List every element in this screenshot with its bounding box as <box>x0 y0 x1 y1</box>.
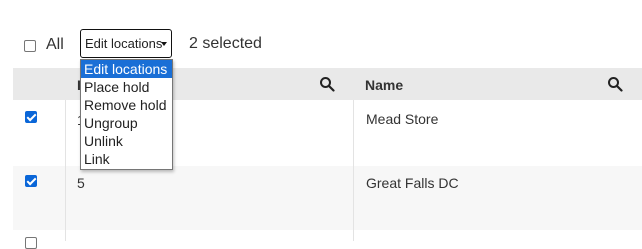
row-checkbox[interactable] <box>25 111 37 123</box>
chevron-down-icon <box>161 42 167 46</box>
column-divider <box>353 100 354 241</box>
table-row[interactable]: 5 Great Falls DC <box>13 166 642 230</box>
bulk-action-select[interactable]: Edit locations <box>80 29 172 58</box>
bulk-toolbar: All Edit locations 2 selected <box>0 0 642 66</box>
row-id: 5 <box>77 175 85 191</box>
row-name: Great Falls DC <box>366 175 459 191</box>
row-checkbox[interactable] <box>25 237 37 249</box>
selected-count: 2 selected <box>189 35 262 52</box>
option-remove-hold[interactable]: Remove hold <box>81 96 172 114</box>
column-divider <box>65 100 66 241</box>
option-edit-locations[interactable]: Edit locations <box>81 60 172 78</box>
option-link[interactable]: Link <box>81 150 172 168</box>
row-name: Mead Store <box>366 111 439 127</box>
bulk-action-value: Edit locations <box>85 36 163 51</box>
search-icon[interactable] <box>607 76 623 92</box>
row-checkbox[interactable] <box>25 175 37 187</box>
option-ungroup[interactable]: Ungroup <box>81 114 172 132</box>
option-unlink[interactable]: Unlink <box>81 132 172 150</box>
bulk-action-dropdown: Edit locations Place hold Remove hold Un… <box>80 59 173 170</box>
option-place-hold[interactable]: Place hold <box>81 78 172 96</box>
search-icon[interactable] <box>319 76 335 92</box>
table-row[interactable] <box>13 230 642 249</box>
column-header-name[interactable]: Name <box>365 77 403 93</box>
select-all-checkbox[interactable] <box>24 40 36 52</box>
select-all-label: All <box>46 36 64 53</box>
